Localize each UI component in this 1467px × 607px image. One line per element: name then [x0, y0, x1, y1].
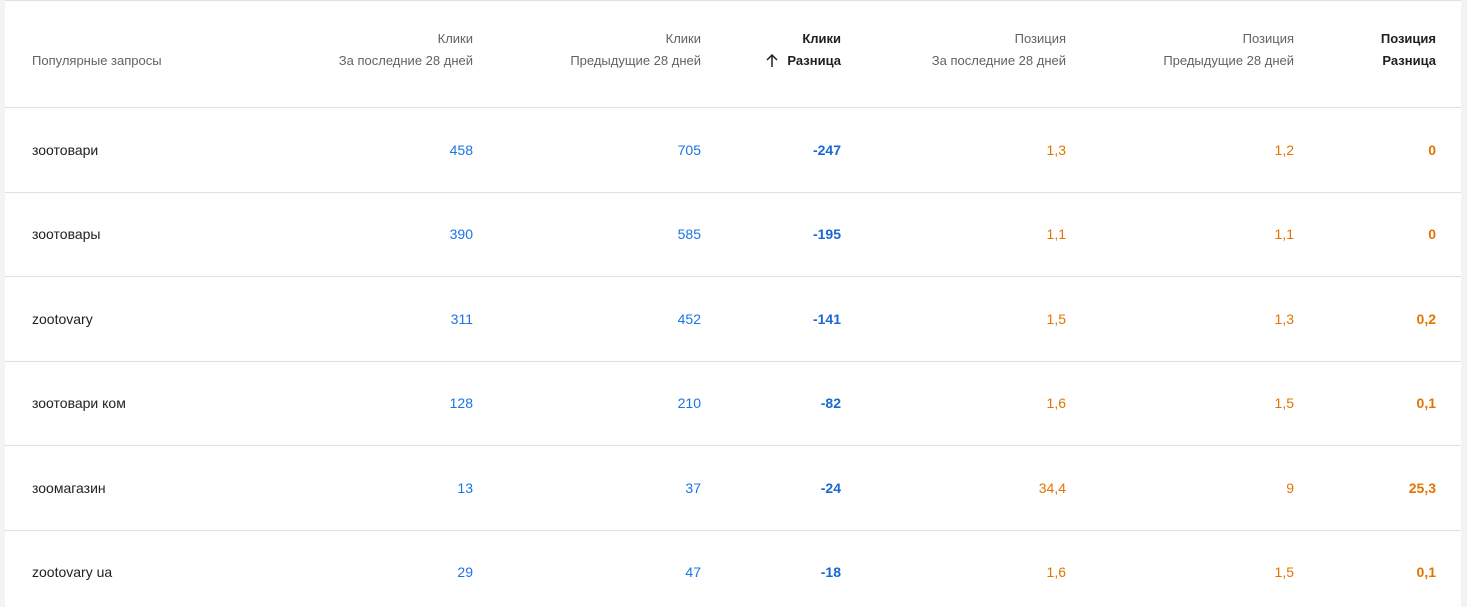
- cell-clicks-previous-28: 47: [685, 564, 701, 580]
- cell-query[interactable]: зоотовари ком: [32, 361, 126, 445]
- cell-position-difference: 0,1: [1416, 395, 1436, 411]
- table-row[interactable]: зоотовари ком 128 210 -82 1,6 1,5 0,1: [5, 361, 1461, 446]
- column-header-metric: Клики: [437, 31, 473, 46]
- column-header-period: Предыдущие 28 дней: [1163, 53, 1294, 68]
- cell-clicks-last-28: 128: [449, 395, 473, 411]
- cell-position-last-28: 1,5: [1046, 311, 1066, 327]
- column-header-metric: Позиция: [1242, 31, 1294, 46]
- cell-clicks-previous-28: 210: [677, 395, 701, 411]
- cell-clicks-previous-28: 585: [677, 226, 701, 242]
- cell-position-previous-28: 1,3: [1274, 311, 1294, 327]
- cell-clicks-previous-28: 705: [677, 142, 701, 158]
- column-header-queries-label: Популярные запросы: [32, 53, 162, 68]
- column-header-clicks-last-28[interactable]: Клики За последние 28 дней: [339, 28, 473, 72]
- cell-position-previous-28: 1,5: [1274, 564, 1294, 580]
- column-header-metric: Позиция: [1014, 31, 1066, 46]
- cell-clicks-difference: -18: [820, 564, 841, 580]
- table-header: Популярные запросы Клики За последние 28…: [5, 1, 1461, 108]
- cell-position-difference: 0,2: [1416, 311, 1436, 327]
- cell-position-last-28: 1,1: [1046, 226, 1066, 242]
- cell-clicks-previous-28: 37: [685, 480, 701, 496]
- cell-position-previous-28: 1,1: [1274, 226, 1294, 242]
- cell-position-last-28: 1,3: [1046, 142, 1066, 158]
- cell-query[interactable]: zootovary ua: [32, 530, 112, 607]
- cell-position-difference: 0: [1428, 142, 1436, 158]
- table-row[interactable]: зоомагазин 13 37 -24 34,4 9 25,3: [5, 446, 1461, 531]
- column-header-period: Предыдущие 28 дней: [570, 53, 701, 68]
- column-header-position-last-28[interactable]: Позиция За последние 28 дней: [932, 28, 1066, 72]
- column-header-metric: Позиция: [1380, 31, 1436, 46]
- cell-position-previous-28: 1,2: [1274, 142, 1294, 158]
- arrow-up-icon[interactable]: [765, 53, 779, 69]
- column-header-position-difference[interactable]: Позиция Разница: [1381, 28, 1436, 72]
- cell-clicks-difference: -247: [812, 142, 841, 158]
- cell-query[interactable]: зоотовары: [32, 192, 100, 276]
- cell-clicks-last-28: 390: [449, 226, 473, 242]
- column-header-metric: Клики: [802, 31, 841, 46]
- cell-clicks-last-28: 458: [449, 142, 473, 158]
- column-header-metric: Клики: [665, 31, 701, 46]
- table-row[interactable]: zootovary ua 29 47 -18 1,6 1,5 0,1: [5, 530, 1461, 607]
- cell-clicks-difference: -82: [820, 395, 841, 411]
- cell-position-last-28: 1,6: [1046, 564, 1066, 580]
- column-header-queries[interactable]: Популярные запросы: [32, 50, 162, 72]
- cell-position-last-28: 1,6: [1046, 395, 1066, 411]
- column-header-clicks-difference[interactable]: Клики Разница: [787, 28, 841, 72]
- table-row[interactable]: zootovary 311 452 -141 1,5 1,3 0,2: [5, 277, 1461, 362]
- column-header-clicks-previous-28[interactable]: Клики Предыдущие 28 дней: [570, 28, 701, 72]
- cell-clicks-difference: -195: [812, 226, 841, 242]
- cell-position-difference: 0: [1428, 226, 1436, 242]
- column-header-period: За последние 28 дней: [931, 53, 1066, 68]
- cell-position-last-28: 34,4: [1038, 480, 1066, 496]
- cell-query[interactable]: зоомагазин: [32, 446, 106, 530]
- cell-position-previous-28: 1,5: [1274, 395, 1294, 411]
- cell-clicks-last-28: 311: [450, 311, 473, 327]
- cell-query[interactable]: zootovary: [32, 277, 93, 361]
- column-header-period: Разница: [1382, 53, 1436, 68]
- cell-clicks-last-28: 13: [457, 480, 473, 496]
- column-header-period: За последние 28 дней: [338, 53, 473, 68]
- cell-clicks-difference: -141: [812, 311, 841, 327]
- cell-position-previous-28: 9: [1286, 480, 1294, 496]
- table-row[interactable]: зоотовари 458 705 -247 1,3 1,2 0: [5, 108, 1461, 193]
- column-header-position-previous-28[interactable]: Позиция Предыдущие 28 дней: [1163, 28, 1294, 72]
- cell-position-difference: 0,1: [1416, 564, 1436, 580]
- cell-clicks-difference: -24: [820, 480, 841, 496]
- cell-query[interactable]: зоотовари: [32, 108, 98, 192]
- cell-clicks-previous-28: 452: [677, 311, 701, 327]
- column-header-period: Разница: [787, 53, 841, 68]
- cell-clicks-last-28: 29: [457, 564, 473, 580]
- cell-position-difference: 25,3: [1408, 480, 1436, 496]
- queries-table-panel: Популярные запросы Клики За последние 28…: [5, 0, 1461, 607]
- table-row[interactable]: зоотовары 390 585 -195 1,1 1,1 0: [5, 192, 1461, 277]
